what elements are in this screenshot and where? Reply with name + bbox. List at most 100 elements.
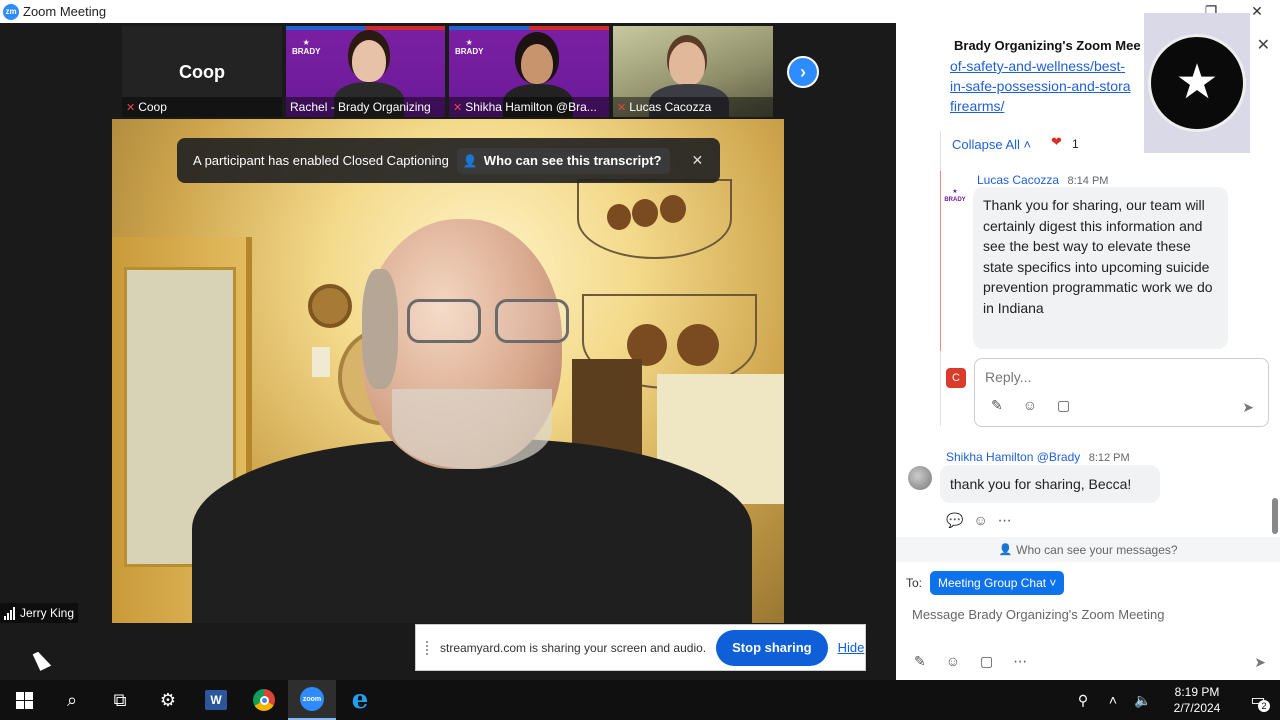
message-actions: 💬 ☺ ⋯ <box>946 512 1012 529</box>
task-view-icon[interactable]: ⧉ <box>96 680 144 720</box>
video-wall-clock <box>308 284 352 328</box>
participant-tile-coop[interactable]: Coop ✕ Coop <box>122 26 282 117</box>
participant-label: ✕ Coop <box>122 97 282 117</box>
taskbar-word[interactable]: W <box>192 680 240 720</box>
taskbar-zoom[interactable]: zoom <box>288 680 336 720</box>
windows-taskbar: ⌕ ⧉ ⚙ W zoom e ⚲ ˄ 🔈 8:19 PM 2/7/2024 ▭ … <box>0 680 1280 720</box>
file-icon[interactable]: ▢ <box>1057 397 1070 414</box>
closed-caption-message: A participant has enabled Closed Caption… <box>193 153 449 168</box>
chat-message-bubble: Thank you for sharing, our team will cer… <box>973 187 1228 349</box>
star-badge-icon: ★ <box>1148 34 1246 132</box>
sender-name[interactable]: Lucas Cacozza <box>977 173 1059 187</box>
close-chat-button[interactable]: ✕ <box>1257 35 1270 55</box>
message-time: 8:14 PM <box>1067 175 1109 187</box>
to-label: To: <box>906 576 923 590</box>
next-participants-button[interactable]: › <box>787 56 819 88</box>
chat-link-line: of-safety-and-wellness/best- <box>950 58 1126 74</box>
people-icon[interactable]: ⚲ <box>1068 692 1098 709</box>
reply-thread-icon[interactable]: 💬 <box>946 512 963 529</box>
closed-caption-notification: A participant has enabled Closed Caption… <box>177 138 720 183</box>
participant-label: ✕ Shikha Hamilton @Bra... <box>449 97 609 117</box>
participant-tile-rachel[interactable]: ★ BRADY Rachel - Brady Organizing <box>286 26 445 117</box>
emoji-icon[interactable]: ☺ <box>946 653 960 670</box>
participant-tile-lucas[interactable]: ✕ Lucas Cacozza <box>613 26 773 117</box>
hide-share-bar-link[interactable]: Hide <box>838 640 865 655</box>
close-notification-button[interactable]: ✕ <box>692 152 704 169</box>
video-fruit <box>632 199 658 227</box>
more-options-icon[interactable]: ⋯ <box>1013 653 1027 670</box>
window-titlebar: zm Zoom Meeting – ❐ ✕ <box>0 0 1280 23</box>
video-light-switch <box>312 347 330 377</box>
avatar <box>908 466 932 490</box>
zoom-logo-icon: zm <box>3 3 19 20</box>
participant-label-text: Rachel - Brady Organizing <box>290 100 431 114</box>
mic-muted-icon: ✕ <box>126 101 136 114</box>
brand-stripe <box>286 26 445 30</box>
brady-logo-icon: ★ BRADY <box>292 38 321 56</box>
chevron-up-icon[interactable]: ˄ <box>1098 692 1128 708</box>
settings-gear-icon[interactable]: ⚙ <box>144 680 192 720</box>
video-fruit <box>677 324 719 366</box>
taskbar-internet-explorer[interactable]: e <box>336 680 384 720</box>
clock-time: 8:19 PM <box>1174 685 1220 699</box>
speaker-beard <box>392 389 552 469</box>
person-lock-icon: 👤 <box>462 153 478 168</box>
file-icon[interactable]: ▢ <box>980 653 993 670</box>
search-icon[interactable]: ⌕ <box>48 680 96 720</box>
self-view-name: Jerry King <box>20 606 75 620</box>
emoji-icon[interactable]: ☺ <box>1023 397 1037 414</box>
reply-toolbar: ✎ ☺ ▢ <box>991 397 1070 414</box>
chat-scrollbar[interactable] <box>1272 498 1278 534</box>
star-icon: ★ <box>1175 56 1219 109</box>
participant-label-text: Lucas Cacozza <box>629 100 712 114</box>
glasses-lens <box>495 299 569 343</box>
screen-share-notification-bar: streamyard.com is sharing your screen an… <box>415 624 866 671</box>
taskbar-clock[interactable]: 8:19 PM 2/7/2024 <box>1158 684 1236 716</box>
who-can-see-messages-bar[interactable]: 👤 Who can see your messages? <box>896 537 1280 562</box>
chat-link-message[interactable]: of-safety-and-wellness/best- in-safe-pos… <box>950 56 1150 116</box>
heart-reaction-count: 1 <box>1072 137 1079 151</box>
video-area: Coop ✕ Coop ★ BRADY Rachel - Brady Organi… <box>0 23 896 680</box>
person-lock-icon: 👤 <box>998 544 1013 556</box>
participant-tile-shikha[interactable]: ★ BRADY ✕ Shikha Hamilton @Bra... <box>449 26 609 117</box>
speaker-hair <box>362 269 398 389</box>
participant-label: ✕ Lucas Cacozza <box>613 97 773 117</box>
speaker-glasses <box>407 299 577 347</box>
speaker-icon[interactable]: 🔈 <box>1128 692 1158 709</box>
taskbar-chrome[interactable] <box>240 680 288 720</box>
start-button[interactable] <box>0 680 48 720</box>
window-title: Zoom Meeting <box>23 4 107 19</box>
message-input[interactable]: Message Brady Organizing's Zoom Meeting <box>912 607 1164 622</box>
mouse-cursor-icon <box>32 649 52 671</box>
add-reaction-icon[interactable]: ☺ <box>973 512 987 529</box>
participant-video-head <box>352 40 386 82</box>
sender-name[interactable]: Shikha Hamilton @Brady <box>946 450 1080 464</box>
heart-reaction-icon[interactable]: ❤ <box>1051 134 1062 150</box>
internet-explorer-icon: e <box>351 685 369 715</box>
who-can-see-transcript-button[interactable]: 👤 Who can see this transcript? <box>456 147 670 174</box>
format-icon[interactable]: ✎ <box>914 653 926 670</box>
format-icon[interactable]: ✎ <box>991 397 1003 414</box>
send-icon[interactable]: ➤ <box>1254 654 1266 671</box>
share-status-text: streamyard.com is sharing your screen an… <box>440 640 707 655</box>
recipient-dropdown[interactable]: Meeting Group Chat ˅ <box>930 571 1065 595</box>
brand-text: BRADY <box>455 47 484 56</box>
who-can-see-transcript-label: Who can see this transcript? <box>483 153 662 168</box>
self-view-name-label: Jerry King <box>0 603 79 623</box>
message-time: 8:12 PM <box>1088 452 1130 464</box>
user-avatar: C <box>946 368 966 388</box>
more-options-icon[interactable]: ⋯ <box>998 512 1012 529</box>
send-icon[interactable]: ➤ <box>1242 399 1254 416</box>
reply-input[interactable]: Reply... <box>985 369 1031 385</box>
reply-box[interactable]: Reply... ✎ ☺ ▢ ➤ <box>974 358 1269 427</box>
chat-title: Brady Organizing's Zoom Mee <box>954 38 1141 53</box>
action-center-button[interactable]: ▭ 2 <box>1236 680 1280 720</box>
glasses-lens <box>407 299 481 343</box>
participant-video-head <box>669 42 705 86</box>
stop-sharing-button[interactable]: Stop sharing <box>716 629 828 666</box>
collapse-all-button[interactable]: Collapse All ˄ <box>952 137 1031 152</box>
windows-logo-icon <box>15 691 33 709</box>
participant-label-text: Shikha Hamilton @Bra... <box>465 100 597 114</box>
chat-panel: Brady Organizing's Zoom Mee of-safety-an… <box>896 13 1280 680</box>
drag-handle-icon[interactable] <box>426 640 432 655</box>
